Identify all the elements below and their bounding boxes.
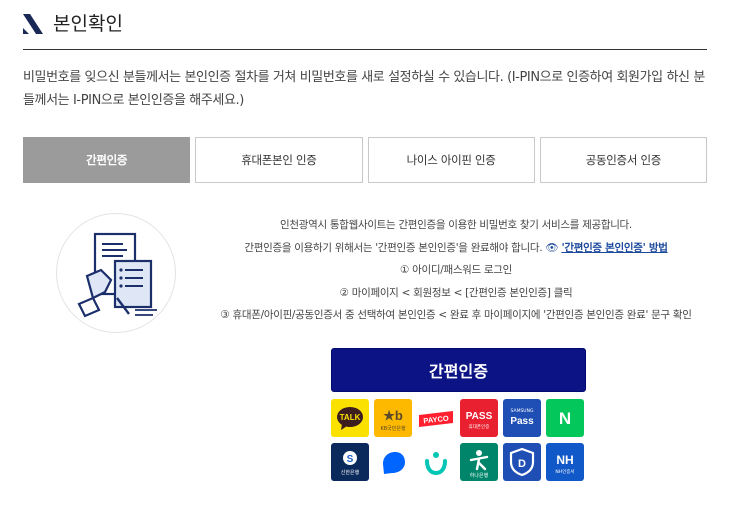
info-line-1: 인천광역시 통합웹사이트는 간편인증을 이용한 비밀번호 찾기 서비스를 제공합… (280, 219, 632, 231)
pass-icon: PASS 휴대폰인증 (466, 411, 493, 430)
eye-icon: 👁 (545, 241, 559, 254)
tab-certificate-auth[interactable]: 공동인증서 인증 (539, 137, 707, 183)
samsung-pass-icon: SAMSUNG Pass (510, 408, 534, 427)
info-step-1: ① 아이디/패스워드 로그인 (399, 264, 513, 276)
hana-bank-button[interactable]: 하나은행 (460, 443, 498, 481)
easy-auth-info: 인천광역시 통합웹사이트는 간편인증을 이용한 비밀번호 찾기 서비스를 제공합… (196, 214, 716, 327)
naver-icon: N (559, 409, 571, 428)
samsung-pass-button[interactable]: SAMSUNG Pass (503, 399, 541, 437)
nh-sub-label: NH인증서 (555, 468, 574, 475)
shinhan-bank-button[interactable]: S 신한은행 (331, 443, 369, 481)
kakao-label: TALK (340, 413, 361, 422)
toss-button[interactable] (374, 443, 412, 481)
kakao-talk-icon: TALK (337, 407, 363, 430)
kakao-talk-button[interactable]: TALK (331, 399, 369, 437)
pass-label: PASS (466, 411, 493, 422)
pass-button[interactable]: PASS 휴대폰인증 (460, 399, 498, 437)
naver-button[interactable]: N (546, 399, 584, 437)
shield-d-icon: D (509, 447, 535, 477)
kb-logo-label: ★b (383, 408, 403, 423)
info-line-2: 간편인증을 이용하기 위해서는 '간편인증 본인인증'을 완료해야 합니다. 👁… (196, 237, 716, 260)
shinhan-sub-label: 신한은행 (341, 469, 360, 476)
auth-tabs: 간편인증 휴대폰본인 인증 나이스 아이핀 인증 공동인증서 인증 (23, 137, 707, 183)
banksalad-button[interactable] (417, 443, 455, 481)
tab-phone-auth[interactable]: 휴대폰본인 인증 (195, 137, 363, 183)
kb-bank-sub-label: KB국민은행 (380, 425, 406, 432)
payco-button[interactable]: PAYCO (417, 399, 455, 437)
hana-bank-icon: 하나은행 (470, 450, 489, 479)
info-line-2-text: 간편인증을 이용하기 위해서는 '간편인증 본인인증'을 완료해야 합니다. (244, 241, 543, 254)
easy-auth-method-link[interactable]: '간편인증 본인인증' 방법 (561, 242, 667, 254)
document-hand-icon (77, 232, 157, 318)
kb-bank-icon: ★b KB국민은행 (380, 408, 406, 432)
samsung-sub-label: SAMSUNG (511, 408, 534, 414)
easy-auth-provider-grid: TALK ★b KB국민은행 PAYCO PASS 휴대폰인증 SAMSUNG (331, 399, 589, 487)
page-description: 비밀번호를 잊으신 분들께서는 본인인증 절차를 거쳐 비밀번호를 새로 설정하… (23, 70, 705, 108)
page-header: 본인확인 (23, 10, 707, 50)
info-step-2: ② 마이페이지 < 회원정보 < [간편인증 본인인증] 클릭 (339, 286, 573, 299)
tab-easy-auth[interactable]: 간편인증 (23, 137, 191, 183)
d-certificate-button[interactable]: D (503, 443, 541, 481)
pass-sub-label: 휴대폰인증 (469, 423, 490, 430)
d-cert-label: D (518, 458, 526, 470)
shinhan-bank-icon: S 신한은행 (341, 451, 360, 476)
nh-label: NH (556, 453, 573, 467)
tab-nice-ipin-auth[interactable]: 나이스 아이핀 인증 (367, 137, 535, 183)
info-step-3: ③ 휴대폰/아이핀/공동인증서 중 선택하여 본인인증 < 완료 후 마이페이지… (220, 309, 692, 321)
kb-bank-button[interactable]: ★b KB국민은행 (374, 399, 412, 437)
toss-icon (383, 452, 405, 474)
header-slash-icon (23, 14, 43, 34)
easy-auth-button[interactable]: 간편인증 (331, 348, 586, 392)
page-title: 본인확인 (53, 13, 123, 35)
banksalad-icon (425, 452, 447, 476)
samsung-pass-label: Pass (510, 416, 534, 427)
nh-icon: NH NH인증서 (555, 453, 574, 475)
nh-certificate-button[interactable]: NH NH인증서 (546, 443, 584, 481)
naver-label: N (559, 409, 571, 428)
document-signing-illustration (56, 213, 176, 333)
shinhan-logo-label: S (347, 454, 354, 465)
payco-icon: PAYCO (419, 411, 453, 427)
hana-sub-label: 하나은행 (470, 472, 489, 479)
